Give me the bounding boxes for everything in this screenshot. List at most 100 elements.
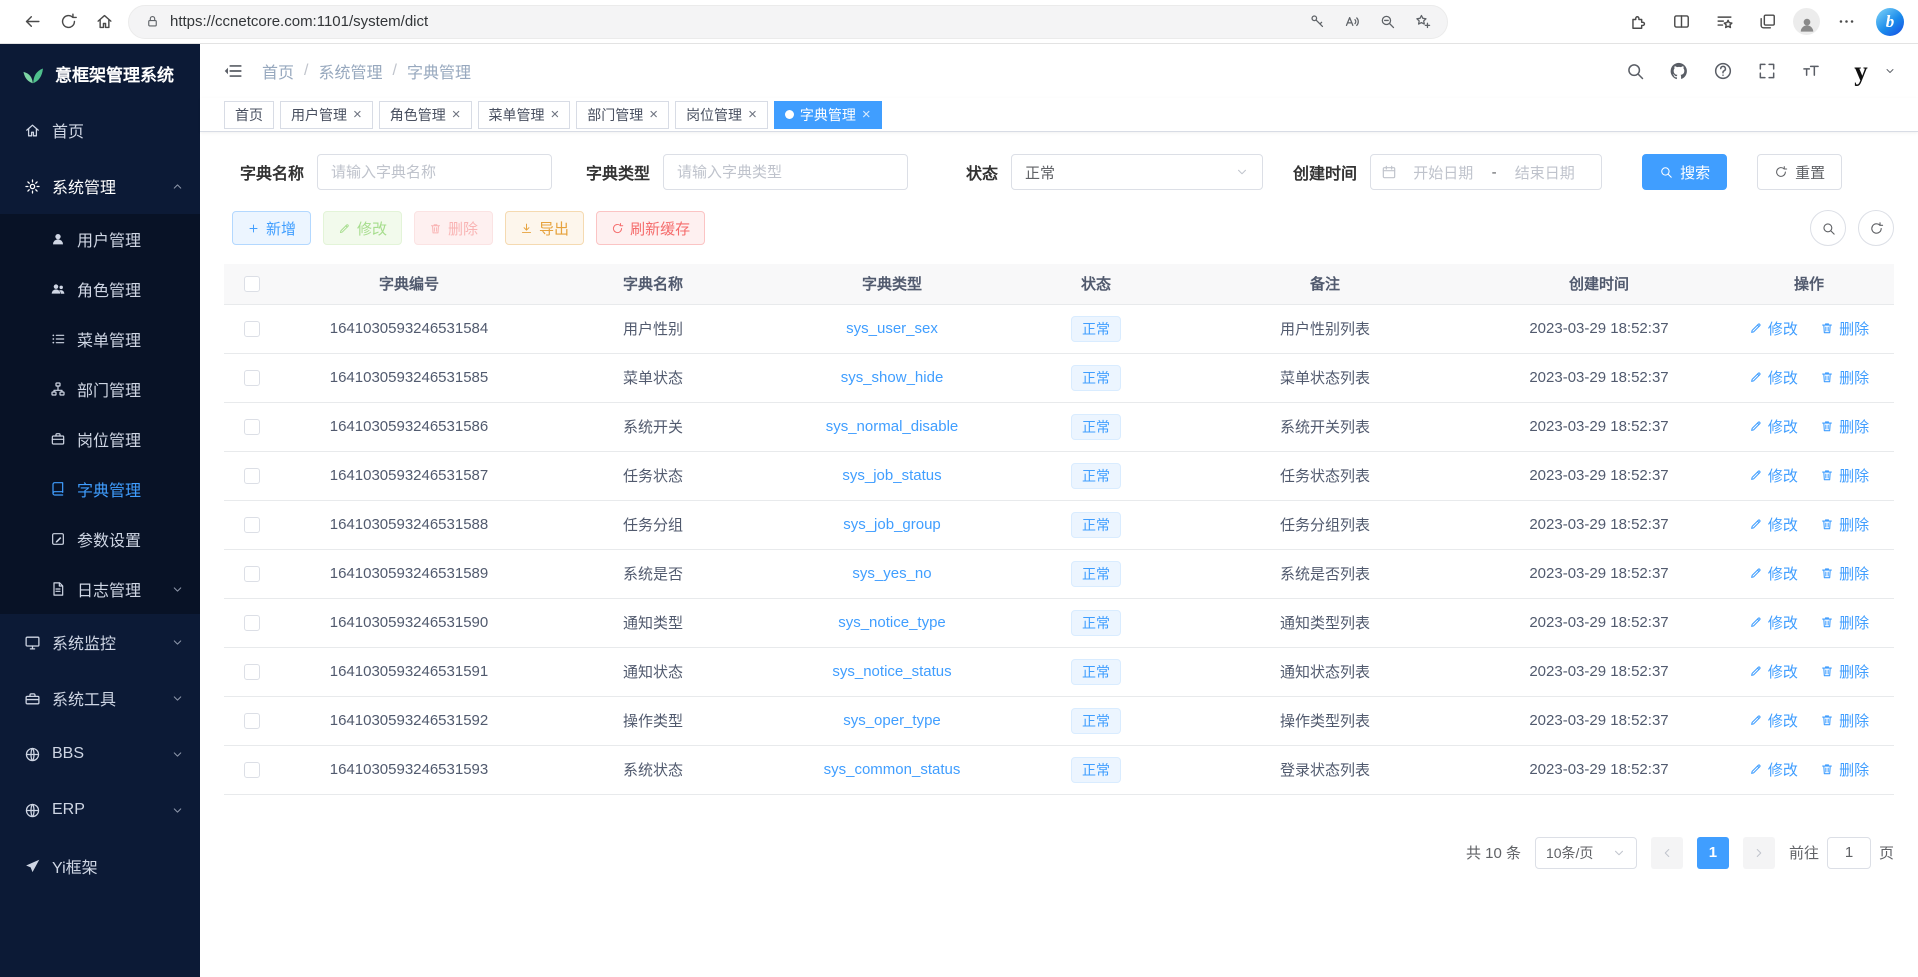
- extensions-icon[interactable]: [1621, 5, 1655, 39]
- fullscreen-icon[interactable]: [1757, 61, 1777, 81]
- bing-icon[interactable]: b: [1876, 8, 1904, 36]
- more-menu-icon[interactable]: [1829, 5, 1863, 39]
- dict-type-input[interactable]: [663, 154, 908, 190]
- tab[interactable]: 角色管理 ×: [379, 101, 472, 129]
- close-icon[interactable]: ×: [551, 107, 560, 122]
- sidebar-item[interactable]: 字典管理: [0, 464, 200, 514]
- page-size-select[interactable]: 10条/页: [1535, 837, 1637, 869]
- tab[interactable]: 部门管理 ×: [576, 101, 669, 129]
- export-button[interactable]: 导出: [505, 211, 584, 245]
- dict-type-link[interactable]: sys_common_status: [768, 745, 1016, 794]
- sidebar-item[interactable]: 系统工具: [0, 670, 200, 726]
- row-edit-link[interactable]: 修改: [1749, 759, 1798, 780]
- sidebar-item[interactable]: BBS: [0, 726, 200, 782]
- sidebar-item[interactable]: 日志管理: [0, 564, 200, 614]
- split-screen-icon[interactable]: [1664, 5, 1698, 39]
- breadcrumb-label[interactable]: 系统管理: [318, 59, 382, 83]
- tab[interactable]: 字典管理 ×: [774, 101, 882, 129]
- breadcrumb-label[interactable]: 首页: [262, 59, 294, 83]
- sidebar-item[interactable]: 参数设置: [0, 514, 200, 564]
- status-select[interactable]: 正常: [1011, 154, 1263, 190]
- row-edit-link[interactable]: 修改: [1749, 563, 1798, 584]
- row-edit-link[interactable]: 修改: [1749, 612, 1798, 633]
- row-edit-link[interactable]: 修改: [1749, 367, 1798, 388]
- user-avatar-menu[interactable]: y: [1845, 55, 1896, 87]
- row-edit-link[interactable]: 修改: [1749, 710, 1798, 731]
- delete-button[interactable]: 删除: [414, 211, 493, 245]
- row-edit-link[interactable]: 修改: [1749, 661, 1798, 682]
- search-button[interactable]: 搜索: [1642, 154, 1727, 190]
- row-checkbox[interactable]: [244, 468, 260, 484]
- dict-type-link[interactable]: sys_job_group: [768, 500, 1016, 549]
- add-button[interactable]: 新增: [232, 211, 311, 245]
- row-checkbox[interactable]: [244, 762, 260, 778]
- address-bar[interactable]: https://ccnetcore.com:1101/system/dict: [128, 5, 1448, 39]
- favorites-icon[interactable]: [1707, 5, 1741, 39]
- toggle-search-button[interactable]: [1810, 210, 1846, 246]
- page-number-button[interactable]: 1: [1697, 837, 1729, 869]
- dict-type-link[interactable]: sys_job_status: [768, 451, 1016, 500]
- row-edit-link[interactable]: 修改: [1749, 318, 1798, 339]
- row-checkbox[interactable]: [244, 517, 260, 533]
- row-delete-link[interactable]: 删除: [1820, 514, 1869, 535]
- sidebar-fold-icon[interactable]: [222, 60, 244, 82]
- close-icon[interactable]: ×: [748, 107, 757, 122]
- select-all-checkbox[interactable]: [244, 276, 260, 292]
- zoom-out-icon[interactable]: [1379, 13, 1396, 30]
- row-delete-link[interactable]: 删除: [1820, 661, 1869, 682]
- browser-home-button[interactable]: [86, 5, 122, 39]
- dict-type-link[interactable]: sys_show_hide: [768, 353, 1016, 402]
- browser-back-button[interactable]: [14, 5, 50, 39]
- dict-type-link[interactable]: sys_yes_no: [768, 549, 1016, 598]
- font-size-icon[interactable]: [1801, 61, 1821, 81]
- row-edit-link[interactable]: 修改: [1749, 416, 1798, 437]
- dict-type-link[interactable]: sys_oper_type: [768, 696, 1016, 745]
- tab[interactable]: 岗位管理 ×: [675, 101, 768, 129]
- tab[interactable]: 用户管理 ×: [280, 101, 373, 129]
- row-delete-link[interactable]: 删除: [1820, 612, 1869, 633]
- edit-button[interactable]: 修改: [323, 211, 402, 245]
- sidebar-item[interactable]: 系统管理: [0, 158, 200, 214]
- browser-reload-button[interactable]: [50, 5, 86, 39]
- collections-icon[interactable]: [1750, 5, 1784, 39]
- goto-page-input[interactable]: [1827, 837, 1871, 869]
- sidebar-item[interactable]: 菜单管理: [0, 314, 200, 364]
- row-checkbox[interactable]: [244, 321, 260, 337]
- dict-type-link[interactable]: sys_notice_status: [768, 647, 1016, 696]
- github-icon[interactable]: [1669, 61, 1689, 81]
- sidebar-item[interactable]: 岗位管理: [0, 414, 200, 464]
- tab[interactable]: 首页: [224, 101, 274, 129]
- row-delete-link[interactable]: 删除: [1820, 465, 1869, 486]
- row-checkbox[interactable]: [244, 566, 260, 582]
- dict-type-link[interactable]: sys_notice_type: [768, 598, 1016, 647]
- next-page-button[interactable]: [1743, 837, 1775, 869]
- read-aloud-icon[interactable]: [1344, 13, 1361, 30]
- close-icon[interactable]: ×: [452, 107, 461, 122]
- row-checkbox[interactable]: [244, 664, 260, 680]
- breadcrumb-label[interactable]: 字典管理: [407, 59, 471, 83]
- key-icon[interactable]: [1309, 13, 1326, 30]
- row-edit-link[interactable]: 修改: [1749, 514, 1798, 535]
- row-checkbox[interactable]: [244, 419, 260, 435]
- row-delete-link[interactable]: 删除: [1820, 563, 1869, 584]
- row-checkbox[interactable]: [244, 615, 260, 631]
- close-icon[interactable]: ×: [862, 107, 871, 122]
- sidebar-item[interactable]: 部门管理: [0, 364, 200, 414]
- browser-profile-icon[interactable]: [1793, 8, 1820, 35]
- row-edit-link[interactable]: 修改: [1749, 465, 1798, 486]
- row-checkbox[interactable]: [244, 713, 260, 729]
- tab[interactable]: 菜单管理 ×: [478, 101, 571, 129]
- close-icon[interactable]: ×: [353, 107, 362, 122]
- dict-name-input[interactable]: [317, 154, 552, 190]
- prev-page-button[interactable]: [1651, 837, 1683, 869]
- sidebar-item[interactable]: 系统监控: [0, 614, 200, 670]
- refresh-table-button[interactable]: [1858, 210, 1894, 246]
- close-icon[interactable]: ×: [649, 107, 658, 122]
- add-favorite-icon[interactable]: [1414, 13, 1431, 30]
- row-delete-link[interactable]: 删除: [1820, 710, 1869, 731]
- row-delete-link[interactable]: 删除: [1820, 759, 1869, 780]
- row-checkbox[interactable]: [244, 370, 260, 386]
- sidebar-item[interactable]: Yi框架: [0, 838, 200, 894]
- sidebar-item[interactable]: 角色管理: [0, 264, 200, 314]
- dict-type-link[interactable]: sys_normal_disable: [768, 402, 1016, 451]
